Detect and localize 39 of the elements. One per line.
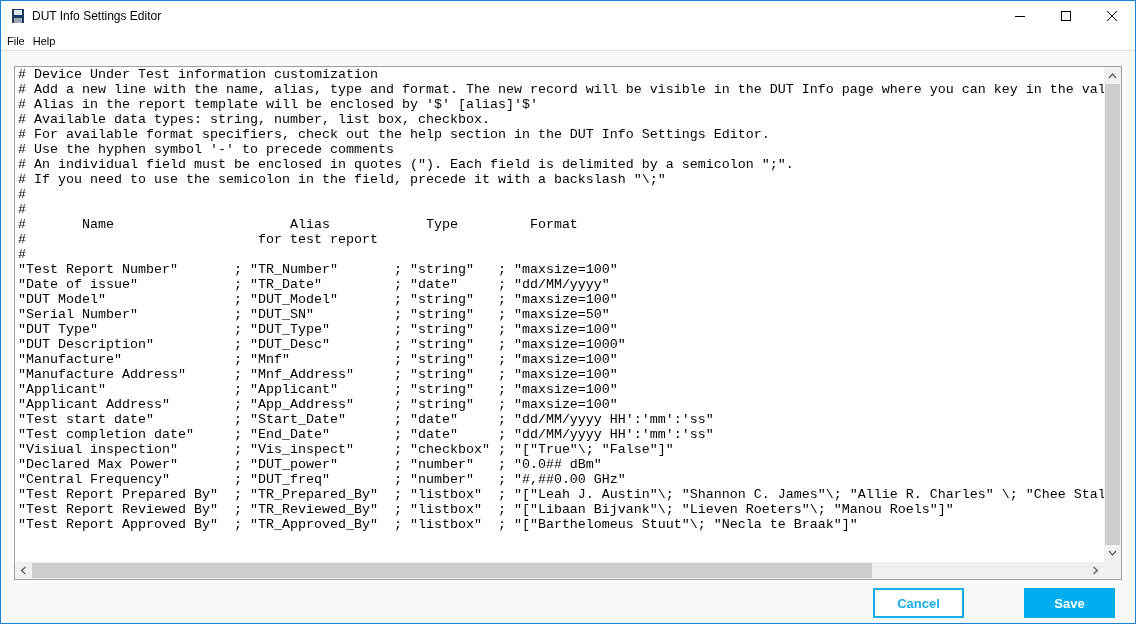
window-title: DUT Info Settings Editor — [32, 9, 163, 23]
code-line: # Use the hyphen symbol '-' to precede comments — [18, 142, 394, 157]
code-line: "Manufacture" ; "Mnf" ; "string" ; "maxsize=100" — [18, 352, 618, 367]
code-line: # — [18, 247, 26, 262]
code-line: # Available data types: string, number, list box, checkbox. — [18, 112, 490, 127]
vertical-scrollbar[interactable] — [1104, 67, 1121, 562]
code-line: # for test report — [18, 232, 378, 247]
code-line: # — [18, 187, 26, 202]
maximize-icon[interactable] — [1060, 10, 1072, 22]
code-line: "Applicant Address" ; "App_Address" ; "string" ; "maxsize=100" — [18, 397, 618, 412]
code-line: "Test Report Number" ; "TR_Number" ; "string" ; "maxsize=100" — [18, 262, 618, 277]
code-line: "DUT Type" ; "DUT_Type" ; "string" ; "maxsize=100" — [18, 322, 618, 337]
code-line: "Date of issue" ; "TR_Date" ; "date" ; "dd/MM/yyyy" — [18, 277, 610, 292]
code-line: # An individual field must be enclosed in quotes ("). Each field is delimited by a semicolon ";". — [18, 157, 794, 172]
code-line: "Serial Number" ; "DUT_SN" ; "string" ; "maxsize=50" — [18, 307, 610, 322]
code-line: # Device Under Test information customization — [18, 67, 378, 82]
code-line: # For available format specifiers, check out the help section in the DUT Info Settings Editor. — [18, 127, 770, 142]
code-line: "Test completion date" ; "End_Date" ; "date" ; "dd/MM/yyyy HH':'mm':'ss" — [18, 427, 714, 442]
text-editor[interactable] — [14, 66, 1122, 580]
code-line: # Name Alias Type Format — [18, 217, 578, 232]
menu-item[interactable]: Help — [28, 34, 60, 47]
code-line: "DUT Description" ; "DUT_Desc" ; "string" ; "maxsize=1000" — [18, 337, 626, 352]
scrollbar-thumb[interactable] — [1105, 84, 1120, 545]
code-line: "Test Report Approved By" ; "TR_Approved_By" ; "listbox" ; "["Barthelomeus Stuut"\; "Necla te Braak"]" — [18, 517, 858, 532]
code-line: "Central Frequency" ; "DUT_freq" ; "number" ; "#,##0.00 GHz" — [18, 472, 626, 487]
code-line: "DUT Model" ; "DUT_Model" ; "string" ; "maxsize=100" — [18, 292, 618, 307]
code-line: "Declared Max Power" ; "DUT_power" ; "number" ; "0.0## dBm" — [18, 457, 602, 472]
menu-item[interactable]: File — [3, 34, 29, 47]
close-icon[interactable] — [1106, 10, 1118, 22]
horizontal-scrollbar[interactable] — [15, 562, 1104, 579]
code-line: "Applicant" ; "Applicant" ; "string" ; "maxsize=100" — [18, 382, 618, 397]
code-line: # — [18, 202, 26, 217]
code-line: # Alias in the report template will be enclosed by '$' [alias]'$' — [18, 97, 538, 112]
code-line: "Manufacture Address" ; "Mnf_Address" ; "string" ; "maxsize=100" — [18, 367, 618, 382]
code-line: # If you need to use the semicolon in the field, precede it with a backslash "\;" — [18, 172, 666, 187]
scrollbar-thumb[interactable] — [32, 563, 872, 578]
code-line: "Test start date" ; "Start_Date" ; "date" ; "dd/MM/yyyy HH':'mm':'ss" — [18, 412, 714, 427]
code-line: "Test Report Reviewed By" ; "TR_Reviewed_By" ; "listbox" ; "["Libaan Bijvank"\; "Lieven Roeters"\; "Manou Roels"]" — [18, 502, 954, 517]
code-line: "Visiual inspection" ; "Vis_inspect" ; "checkbox" ; "["True"\; "False"]" — [18, 442, 674, 457]
